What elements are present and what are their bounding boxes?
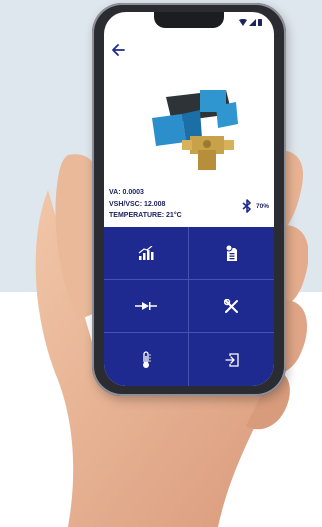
connection-status: 70%	[242, 199, 269, 213]
arrow-left-icon[interactable]	[109, 42, 127, 58]
temperature-button[interactable]	[104, 333, 189, 386]
action-menu	[104, 227, 274, 386]
bar-chart-icon	[138, 246, 154, 260]
va-reading: VA: 0.0003	[109, 189, 144, 196]
export-icon	[224, 352, 239, 367]
document-settings-icon	[225, 245, 237, 261]
diode-icon	[135, 302, 157, 310]
status-bar	[239, 19, 262, 26]
diode-button[interactable]	[104, 280, 189, 333]
tools-icon	[224, 298, 238, 313]
connection-level: 70%	[256, 202, 270, 210]
vsh-vsc-reading: VSH/VSC: 12.008	[109, 200, 166, 208]
readings-panel: VA: 0.0003 VSH/VSC: 12.008 TEMPERATURE: …	[109, 187, 182, 222]
phone-screen: VA: 0.0003 VSH/VSC: 12.008 TEMPERATURE: …	[104, 12, 274, 386]
bluetooth-icon[interactable]	[242, 199, 252, 213]
thermometer-icon	[143, 350, 151, 368]
chart-button[interactable]	[104, 227, 189, 280]
signal-icon	[249, 19, 256, 26]
phone-notch	[154, 12, 224, 28]
tools-button[interactable]	[189, 280, 274, 333]
export-button[interactable]	[189, 333, 274, 386]
wifi-icon	[239, 19, 247, 26]
temperature-reading: TEMPERATURE: 21°C	[109, 212, 182, 219]
document-button[interactable]	[189, 227, 274, 280]
battery-icon	[258, 19, 262, 26]
valve-actuator-image	[152, 90, 238, 170]
